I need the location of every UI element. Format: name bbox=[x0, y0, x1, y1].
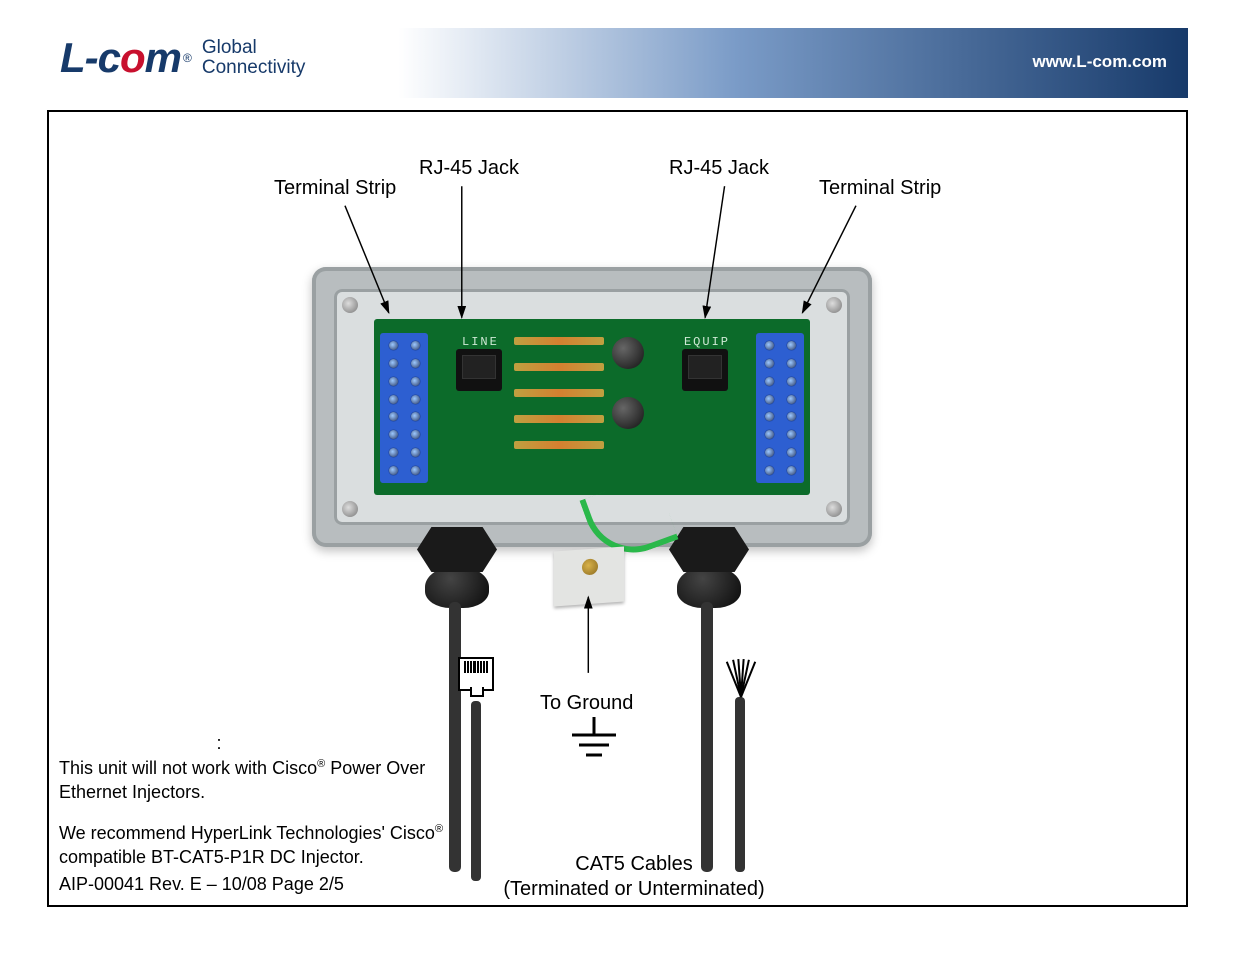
label-terminal-strip-right: Terminal Strip bbox=[819, 177, 941, 200]
pcb-capacitor bbox=[612, 397, 644, 429]
pcb-component bbox=[514, 415, 604, 423]
logo-mark: L-com bbox=[60, 34, 181, 82]
device-lid: LINE EQUIP bbox=[334, 289, 850, 525]
corner-screw bbox=[342, 297, 358, 313]
note-para-1: This unit will not work with Cisco® Powe… bbox=[59, 757, 459, 804]
pcb-component bbox=[514, 441, 604, 449]
ground-bracket bbox=[554, 547, 624, 607]
cat5-line2: (Terminated or Unterminated) bbox=[474, 877, 794, 902]
corner-screw bbox=[826, 501, 842, 517]
diagram-area: Terminal Strip RJ-45 Jack RJ-45 Jack Ter… bbox=[49, 157, 1186, 887]
pcb: LINE EQUIP bbox=[374, 319, 810, 495]
cable-unterminated bbox=[715, 657, 765, 872]
label-rj45-left: RJ-45 Jack bbox=[419, 157, 519, 180]
corner-screw bbox=[826, 297, 842, 313]
content-frame: Terminal Strip RJ-45 Jack RJ-45 Jack Ter… bbox=[47, 110, 1188, 907]
pcb-component bbox=[514, 337, 604, 345]
terminal-block-left bbox=[380, 333, 428, 483]
rj45-plug-terminated bbox=[456, 657, 496, 881]
cable-gland-left bbox=[407, 527, 507, 607]
rj45-jack-right bbox=[682, 349, 728, 391]
logo-part-1: L-c bbox=[60, 34, 120, 81]
website-url: www.L-com.com bbox=[1033, 52, 1167, 72]
logo: L-com ® Global Connectivity bbox=[60, 34, 305, 82]
logo-part-3: m bbox=[145, 34, 181, 81]
cat5-cables-label: CAT5 Cables (Terminated or Unterminated) bbox=[474, 852, 794, 902]
pcb-component bbox=[514, 363, 604, 371]
note-heading: : bbox=[59, 732, 379, 755]
cat5-line1: CAT5 Cables bbox=[474, 852, 794, 877]
note-block: : This unit will not work with Cisco® Po… bbox=[59, 732, 459, 887]
tagline-2: Connectivity bbox=[202, 58, 306, 78]
footer-text: AIP-00041 Rev. E – 10/08 Page 2/5 bbox=[59, 874, 344, 895]
label-rj45-right: RJ-45 Jack bbox=[669, 157, 769, 180]
logo-part-2: o bbox=[120, 34, 145, 81]
pcb-capacitor bbox=[612, 337, 644, 369]
corner-screw bbox=[342, 501, 358, 517]
label-terminal-strip-left: Terminal Strip bbox=[274, 177, 396, 200]
rj45-jack-left bbox=[456, 349, 502, 391]
logo-tagline: Global Connectivity bbox=[202, 38, 306, 78]
label-to-ground: To Ground bbox=[540, 692, 633, 715]
tagline-1: Global bbox=[202, 38, 306, 58]
pcb-label-equip: EQUIP bbox=[684, 335, 730, 349]
pcb-label-line: LINE bbox=[462, 335, 499, 349]
pcb-component bbox=[514, 389, 604, 397]
note-para-2: We recommend HyperLink Technologies' Cis… bbox=[59, 822, 459, 869]
ground-symbol-icon bbox=[564, 717, 624, 772]
cable-right bbox=[701, 602, 713, 872]
logo-registered: ® bbox=[183, 51, 192, 65]
terminal-block-right bbox=[756, 333, 804, 483]
